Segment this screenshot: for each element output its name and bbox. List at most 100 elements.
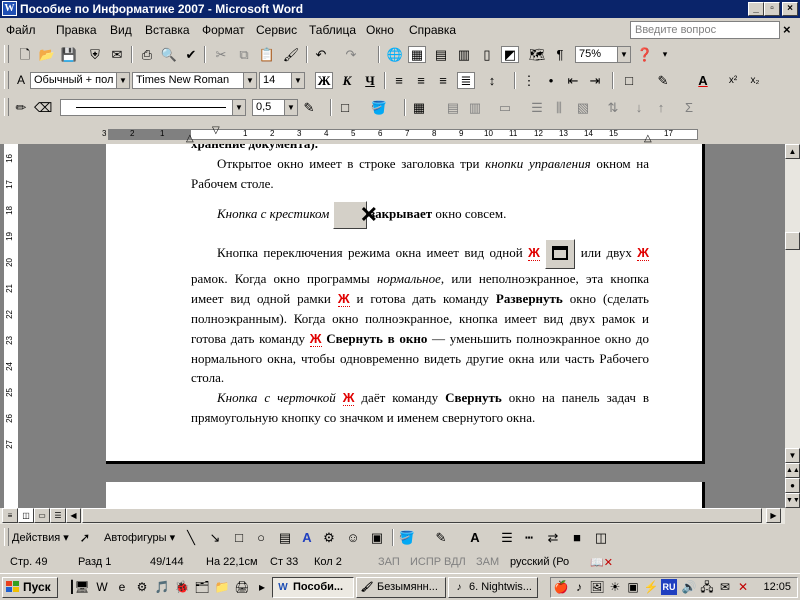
vertical-ruler[interactable]: 16 17 18 19 20 21 22 23 24 25 26 27: [4, 144, 19, 508]
toolbar-grip[interactable]: [4, 71, 9, 89]
redo-icon[interactable]: ↷: [342, 46, 360, 63]
scroll-left-icon[interactable]: ◀: [66, 508, 81, 523]
tray-icon[interactable]: 🔊: [681, 579, 697, 595]
styles-icon[interactable]: A: [12, 72, 30, 89]
show-formatting-icon[interactable]: ¶: [551, 46, 569, 63]
menu-insert[interactable]: Вставка: [145, 23, 190, 37]
superscript-icon[interactable]: x²: [724, 72, 742, 89]
undo-icon[interactable]: ↶: [312, 46, 330, 63]
quicklaunch-word-icon[interactable]: W: [94, 579, 110, 595]
format-painter-icon[interactable]: 🖌: [282, 46, 300, 63]
scroll-down-icon[interactable]: ▼: [785, 448, 800, 463]
line-weight-select[interactable]: 0,5 ▼: [252, 99, 298, 116]
language-indicator[interactable]: RU: [661, 579, 677, 595]
font-color-icon-2[interactable]: A: [466, 529, 484, 546]
eraser-icon[interactable]: ⌫: [34, 99, 52, 116]
scroll-up-icon[interactable]: ▲: [785, 144, 800, 159]
shading-color-icon[interactable]: 🪣: [370, 99, 388, 116]
underline-button[interactable]: Ч: [361, 72, 379, 89]
menu-table[interactable]: Таблица: [309, 23, 356, 37]
indent-marker-icon[interactable]: ▽: [212, 125, 220, 136]
select-objects-icon[interactable]: ➚: [76, 529, 94, 546]
font-size-select[interactable]: 14 ▼: [259, 72, 305, 89]
align-left-icon[interactable]: ≡: [390, 72, 408, 89]
normal-view-icon[interactable]: ≡: [2, 508, 18, 523]
dash-style-icon[interactable]: ┅: [520, 529, 538, 546]
style-select[interactable]: Обычный + пол ▼: [30, 72, 130, 89]
print-icon[interactable]: ⎙: [138, 46, 156, 63]
text-box-icon[interactable]: ▤: [276, 529, 294, 546]
quicklaunch-ie-icon[interactable]: e: [114, 579, 130, 595]
save-icon[interactable]: 💾: [60, 46, 78, 63]
quicklaunch-icon[interactable]: ⚙: [134, 579, 150, 595]
web-layout-icon[interactable]: ◫: [18, 508, 34, 523]
tray-icon[interactable]: ▣: [625, 579, 641, 595]
insert-excel-icon[interactable]: ▥: [455, 46, 473, 63]
numbering-icon[interactable]: ⋮: [520, 72, 538, 89]
quicklaunch-icon[interactable]: ▸: [254, 579, 270, 595]
status-overtype[interactable]: ЗАМ: [476, 556, 499, 568]
start-button[interactable]: Пуск: [2, 577, 58, 598]
line-icon[interactable]: ╲: [182, 529, 200, 546]
open-folder-icon[interactable]: 📂: [38, 46, 56, 63]
zoom-select[interactable]: 75% ▼: [575, 46, 631, 63]
pencil-icon[interactable]: ✏: [12, 99, 30, 116]
vertical-scrollbar[interactable]: ▲ ▼ ▲▲ ● ▼▼: [785, 144, 800, 508]
close-icon[interactable]: ×: [782, 2, 798, 16]
toolbar-grip[interactable]: [4, 98, 9, 116]
line-spacing-icon[interactable]: ↕: [483, 72, 501, 89]
subscript-icon[interactable]: x₂: [746, 72, 764, 89]
rectangle-icon[interactable]: □: [230, 529, 248, 546]
increase-indent-icon[interactable]: ⇥: [586, 72, 604, 89]
wordart-icon[interactable]: A: [298, 529, 316, 546]
fill-color-icon[interactable]: 🪣: [398, 529, 416, 546]
menu-help[interactable]: Справка: [409, 23, 456, 37]
align-right-icon[interactable]: ≡: [434, 72, 452, 89]
autoformat-icon[interactable]: ▧: [574, 99, 592, 116]
italic-button[interactable]: К: [338, 72, 356, 89]
task-nightwish[interactable]: ♪ 6. Nightwis...: [448, 577, 538, 598]
clip-art-icon[interactable]: ☺: [344, 529, 362, 546]
horizontal-ruler[interactable]: 3 2 1 1 2 3 4 5 6 7 8 9 10 11 12 13 14 1…: [0, 125, 800, 144]
autoshapes-menu[interactable]: Автофигуры ▾: [104, 531, 175, 544]
horizontal-scrollbar[interactable]: ≡ ◫ ▭ ☰ ◀ ▶: [0, 508, 785, 524]
document-map-icon[interactable]: 🗺: [528, 46, 546, 63]
copy-icon[interactable]: ⧉: [235, 46, 253, 63]
line-style-icon[interactable]: ☰: [498, 529, 516, 546]
previous-page-icon[interactable]: ▲▲: [785, 463, 800, 478]
print-preview-icon[interactable]: 🔍: [160, 46, 178, 63]
document-page[interactable]: хранение документа). Открытое окно имеет…: [106, 144, 705, 464]
close-document-icon[interactable]: ×: [783, 22, 791, 37]
tray-icon[interactable]: 🖼: [589, 579, 605, 595]
drawing-icon[interactable]: ◩: [501, 46, 519, 63]
split-cells-icon[interactable]: ▥: [466, 99, 484, 116]
toolbar-grip[interactable]: [4, 528, 9, 546]
print-layout-icon[interactable]: ▭: [34, 508, 50, 523]
quicklaunch-desktop-icon[interactable]: 🖥: [74, 579, 90, 595]
scroll-thumb[interactable]: [785, 232, 800, 250]
permission-icon[interactable]: ⛨: [86, 46, 104, 63]
new-document-icon[interactable]: 🗋: [16, 46, 34, 63]
hyperlink-icon[interactable]: 🌐: [386, 46, 404, 63]
tray-icon[interactable]: ♪: [571, 579, 587, 595]
text-direction-icon[interactable]: ⇅: [604, 99, 622, 116]
decrease-indent-icon[interactable]: ⇤: [564, 72, 582, 89]
quicklaunch-icon[interactable]: 🐞: [174, 579, 190, 595]
quicklaunch-icon[interactable]: 🖨: [234, 579, 250, 595]
clock[interactable]: 12:05: [763, 581, 791, 593]
columns-icon[interactable]: ▯: [478, 46, 496, 63]
task-untitled[interactable]: 🖌 Безымянн...: [356, 577, 446, 598]
shadow-style-icon[interactable]: ■: [568, 529, 586, 546]
right-indent-icon[interactable]: △: [644, 133, 652, 144]
diagram-icon[interactable]: ⚙: [320, 529, 338, 546]
quicklaunch-icon[interactable]: 📁: [214, 579, 230, 595]
sort-ascending-icon[interactable]: ↓: [630, 99, 648, 116]
tray-icon[interactable]: ✕: [735, 579, 751, 595]
maximize-icon[interactable]: ▫: [764, 2, 780, 16]
word-app-icon[interactable]: W: [2, 1, 17, 16]
quicklaunch-icon[interactable]: 🎵: [154, 579, 170, 595]
menu-window[interactable]: Окно: [366, 23, 394, 37]
toolbar-options-icon[interactable]: ▾: [656, 46, 674, 63]
bullets-icon[interactable]: •: [542, 72, 560, 89]
distribute-rows-icon[interactable]: ☰: [528, 99, 546, 116]
